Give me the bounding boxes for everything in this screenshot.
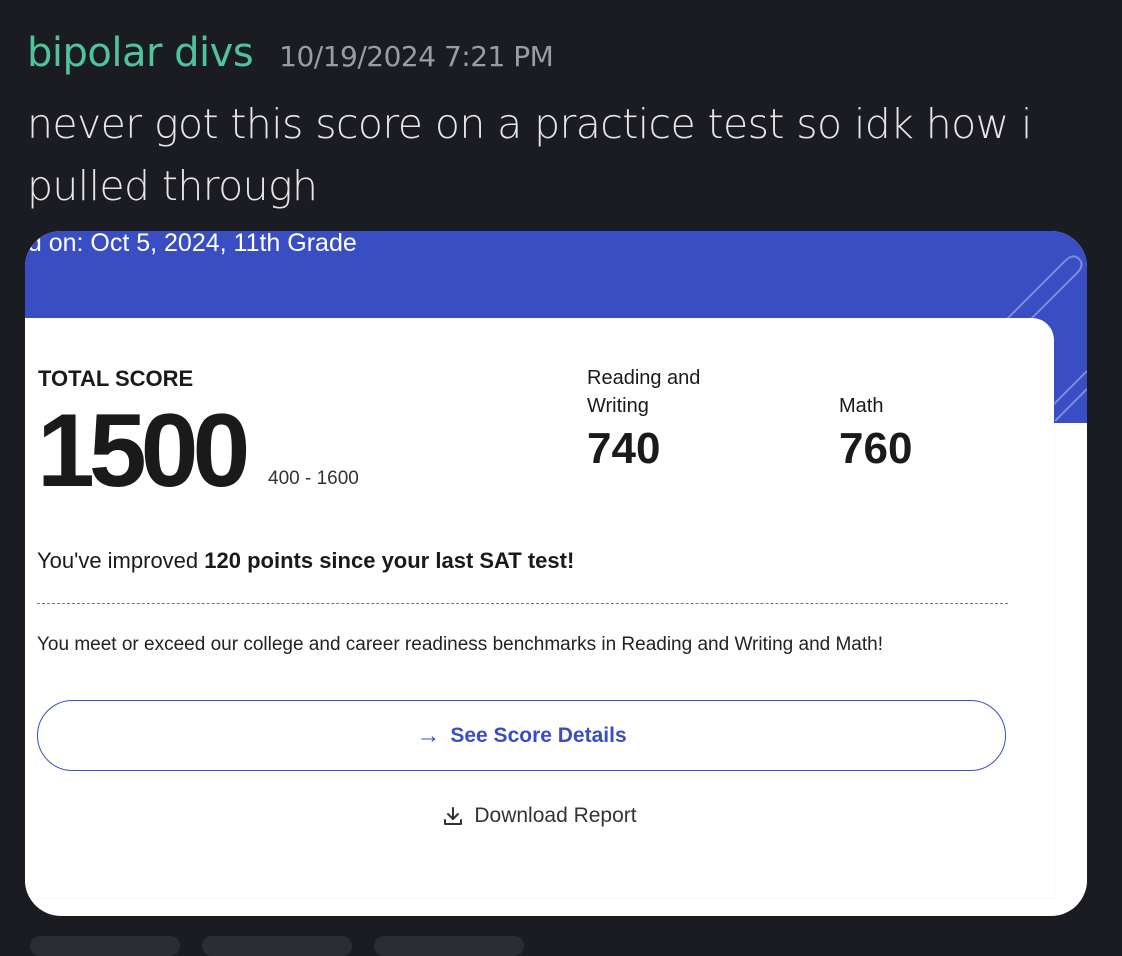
message-text: never got this score on a practice test … — [27, 100, 1032, 210]
reading-writing-label: Reading and Writing — [587, 367, 701, 417]
total-score-value: 1500 — [37, 393, 250, 509]
improvement-prefix: You've improved — [37, 548, 205, 573]
message-header: bipolar divs 10/19/2024 7:21 PM — [27, 30, 554, 76]
image-attachment[interactable]: ted on: Oct 5, 2024, 11th Grade TOTAL SC… — [25, 231, 1087, 916]
see-score-details-label: See Score Details — [450, 723, 627, 747]
reaction-chip[interactable] — [202, 936, 352, 956]
improvement-text: You've improved 120 points since your la… — [37, 548, 574, 574]
math-label: Math — [839, 395, 884, 417]
arrow-right-icon: → — [416, 721, 441, 749]
benchmark-text: You meet or exceed our college and caree… — [37, 634, 884, 655]
total-score-label: TOTAL SCORE — [38, 366, 194, 391]
math-score: 760 — [839, 424, 913, 473]
reaction-chip[interactable] — [30, 936, 180, 956]
download-report-label: Download Report — [474, 804, 637, 827]
dashed-divider — [37, 603, 1008, 604]
see-score-details-button[interactable]: → See Score Details — [37, 700, 1006, 771]
improvement-highlight: 120 points since your last SAT test! — [204, 548, 575, 573]
score-card: TOTAL SCORE 1500 400 - 1600 Reading and … — [25, 318, 1054, 898]
total-score-range: 400 - 1600 — [268, 468, 359, 489]
download-icon — [442, 805, 464, 827]
username[interactable]: bipolar divs — [27, 30, 254, 76]
card-edge — [1054, 423, 1087, 916]
reaction-bar — [30, 936, 546, 956]
reading-writing-score: 740 — [587, 424, 661, 473]
message-timestamp: 10/19/2024 7:21 PM — [279, 40, 554, 73]
reaction-chip[interactable] — [374, 936, 524, 956]
download-report-link[interactable]: Download Report — [25, 804, 1054, 828]
chat-message: bipolar divs 10/19/2024 7:21 PM never go… — [0, 0, 1122, 956]
test-date-text: ted on: Oct 5, 2024, 11th Grade — [25, 231, 357, 257]
